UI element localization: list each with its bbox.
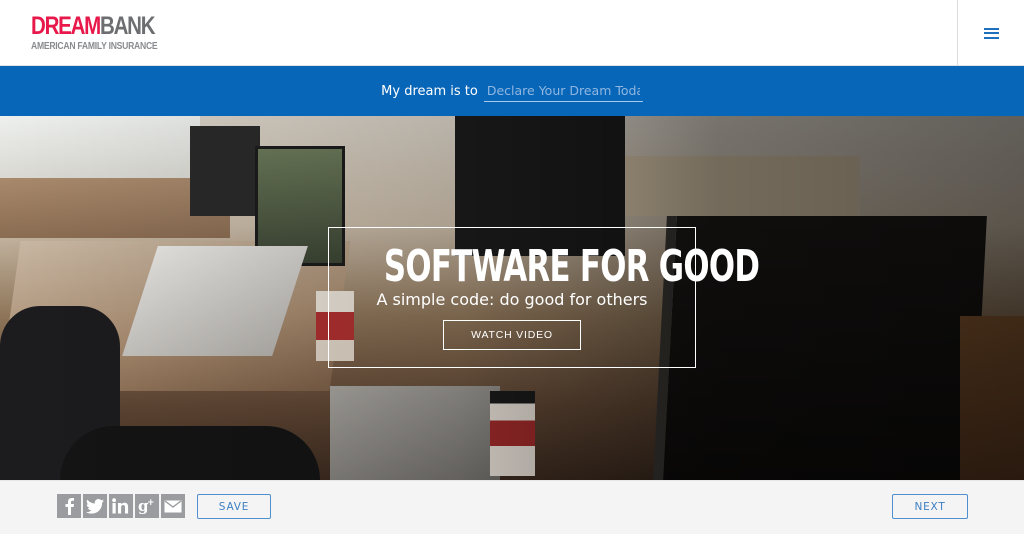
facebook-icon — [65, 498, 74, 515]
linkedin-share-button[interactable] — [109, 494, 133, 518]
twitter-share-button[interactable] — [83, 494, 107, 518]
linkedin-icon — [112, 498, 129, 514]
hero-subtitle: A simple code: do good for others — [376, 290, 648, 309]
twitter-icon — [86, 498, 104, 514]
logo-dream-text: DREAM — [31, 12, 101, 40]
logo-subtitle: AMERICAN FAMILY INSURANCE — [31, 41, 158, 52]
logo-wordmark: DREAMBANK — [31, 12, 156, 40]
menu-button[interactable] — [958, 0, 1024, 66]
watch-video-button[interactable]: WATCH VIDEO — [443, 320, 581, 350]
facebook-share-button[interactable] — [57, 494, 81, 518]
save-button[interactable]: SAVE — [197, 494, 271, 519]
email-share-button[interactable] — [161, 494, 185, 518]
dream-label: My dream is to — [381, 83, 478, 99]
site-header: DREAMBANK AMERICAN FAMILY INSURANCE — [0, 0, 1024, 66]
dream-input[interactable] — [483, 80, 643, 102]
hamburger-menu-icon — [983, 27, 999, 39]
dream-bar: My dream is to — [0, 66, 1024, 116]
logo-bank-text: BANK — [100, 12, 156, 40]
hero-callout-box: SOFTWARE FOR GOOD A simple code: do good… — [328, 227, 760, 368]
google-plus-icon: g+ — [138, 497, 155, 515]
google-plus-share-button[interactable]: g + — [135, 494, 159, 518]
footer-bar: g + SAVE NEXT — [0, 480, 1024, 534]
hero-title: SOFTWARE FOR GOOD — [383, 241, 760, 292]
social-share-group: g + — [57, 494, 185, 518]
hero-banner: SOFTWARE FOR GOOD A simple code: do good… — [0, 116, 1024, 480]
svg-text:+: + — [147, 498, 155, 508]
next-button[interactable]: NEXT — [892, 494, 968, 519]
dreambank-logo[interactable]: DREAMBANK AMERICAN FAMILY INSURANCE — [31, 12, 181, 53]
email-icon — [164, 499, 182, 512]
